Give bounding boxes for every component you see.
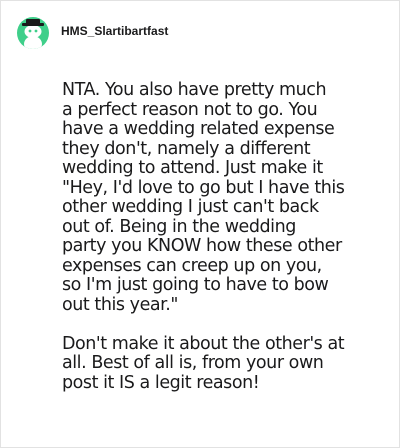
comment-card: HMS_Slartibartfast NTA. You also have pr… bbox=[0, 0, 400, 448]
snoo-avatar-graphic bbox=[22, 19, 44, 49]
comment-paragraph-1: NTA. You also have pretty much a perfect… bbox=[62, 80, 345, 315]
username[interactable]: HMS_Slartibartfast bbox=[61, 24, 168, 38]
comment-body: NTA. You also have pretty much a perfect… bbox=[62, 80, 392, 393]
comment-header: HMS_Slartibartfast bbox=[17, 17, 168, 49]
snoo-avatar-icon[interactable] bbox=[17, 17, 49, 49]
comment-paragraph-2: Don't make it about the other's at all. … bbox=[62, 333, 345, 393]
